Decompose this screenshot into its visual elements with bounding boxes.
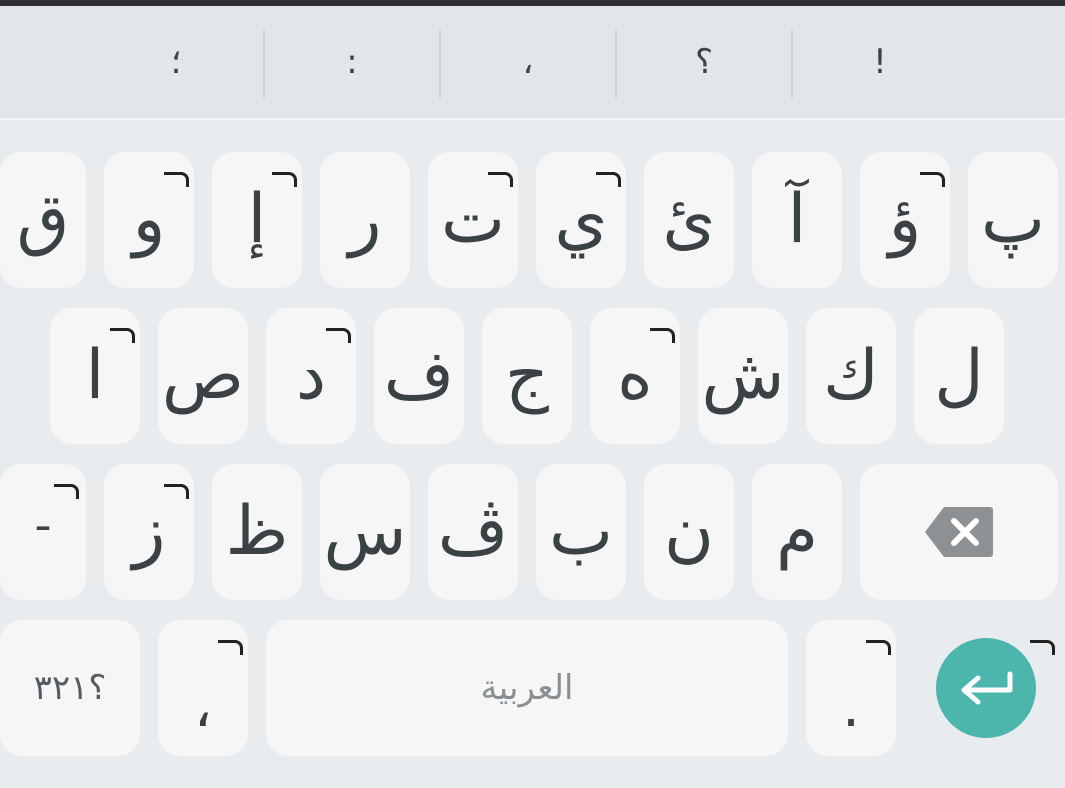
- backspace-icon: [925, 507, 993, 557]
- suggestion-strip: ؛ : ، ؟ !: [0, 6, 1065, 120]
- key-label: ر: [348, 180, 382, 259]
- key-label: .: [842, 675, 860, 740]
- key-label: ڤ: [437, 492, 509, 571]
- space-bar-language-label: العربية: [480, 668, 574, 708]
- space-bar[interactable]: العربية: [266, 620, 788, 756]
- key-noon[interactable]: ن: [644, 464, 734, 600]
- key-meem[interactable]: م: [752, 464, 842, 600]
- key-label: م: [775, 492, 819, 571]
- key-label: ب: [548, 492, 613, 571]
- key-lam[interactable]: ل: [914, 308, 1004, 444]
- enter-button[interactable]: [936, 638, 1036, 738]
- key-label: ك: [822, 336, 880, 415]
- long-press-hint-icon: [920, 172, 945, 187]
- key-label: ل: [934, 336, 984, 415]
- key-label: و: [132, 180, 166, 259]
- key-alef-madda[interactable]: آ: [752, 152, 842, 288]
- suggestion-exclamation[interactable]: !: [792, 6, 968, 118]
- long-press-hint-icon: [326, 328, 351, 343]
- key-beh[interactable]: ب: [536, 464, 626, 600]
- key-label: ئ: [662, 180, 716, 259]
- key-kaf[interactable]: ك: [806, 308, 896, 444]
- long-press-hint-icon: [164, 172, 189, 187]
- long-press-hint-icon: [596, 172, 621, 187]
- key-qaf[interactable]: ق: [0, 152, 86, 288]
- key-label: ظ: [225, 492, 289, 571]
- key-label: ز: [132, 492, 166, 571]
- key-label: ن: [664, 492, 714, 571]
- key-yeh-hamza[interactable]: ئ: [644, 152, 734, 288]
- long-press-hint-icon: [110, 328, 135, 343]
- key-label: د: [295, 336, 327, 415]
- key-label: پ: [980, 180, 1045, 259]
- long-press-hint-icon: [54, 484, 79, 499]
- key-sad[interactable]: ص: [158, 308, 248, 444]
- symbols-label: ؟٣٢١: [33, 668, 107, 708]
- key-label: ف: [383, 336, 455, 415]
- long-press-hint-icon: [164, 484, 189, 499]
- key-label: ا: [85, 336, 105, 415]
- key-label: ج: [505, 336, 549, 415]
- key-label: ت: [440, 180, 505, 259]
- suggestion-colon[interactable]: :: [264, 6, 440, 118]
- key-label: ق: [16, 180, 70, 259]
- key-label: ،: [193, 675, 213, 740]
- suggestion-question[interactable]: ؟: [616, 6, 792, 118]
- symbols-toggle-button[interactable]: ؟٣٢١: [0, 620, 140, 756]
- key-reh[interactable]: ر: [320, 152, 410, 288]
- key-peh[interactable]: پ: [968, 152, 1058, 288]
- key-veh[interactable]: ڤ: [428, 464, 518, 600]
- key-label: ش: [701, 336, 785, 415]
- long-press-hint-icon: [1030, 640, 1055, 655]
- enter-arrow-icon: [961, 671, 1013, 705]
- key-feh[interactable]: ف: [374, 308, 464, 444]
- key-label: ـ: [37, 494, 49, 540]
- backspace-button[interactable]: [860, 464, 1058, 600]
- long-press-hint-icon: [650, 328, 675, 343]
- key-label: س: [323, 492, 407, 571]
- key-label: ؤ: [888, 180, 922, 259]
- long-press-hint-icon: [272, 172, 297, 187]
- key-zah[interactable]: ظ: [212, 464, 302, 600]
- suggestion-comma[interactable]: ،: [440, 6, 616, 118]
- key-label: آ: [787, 180, 807, 259]
- key-seen[interactable]: س: [320, 464, 410, 600]
- long-press-hint-icon: [218, 640, 243, 655]
- key-label: ص: [161, 336, 245, 415]
- long-press-hint-icon: [488, 172, 513, 187]
- suggestion-semicolon[interactable]: ؛: [88, 6, 264, 118]
- key-label: ه: [617, 336, 653, 415]
- key-jeem[interactable]: ج: [482, 308, 572, 444]
- key-sheen[interactable]: ش: [698, 308, 788, 444]
- long-press-hint-icon: [866, 640, 891, 655]
- key-label: إ: [247, 180, 267, 259]
- key-label: ي: [554, 180, 608, 259]
